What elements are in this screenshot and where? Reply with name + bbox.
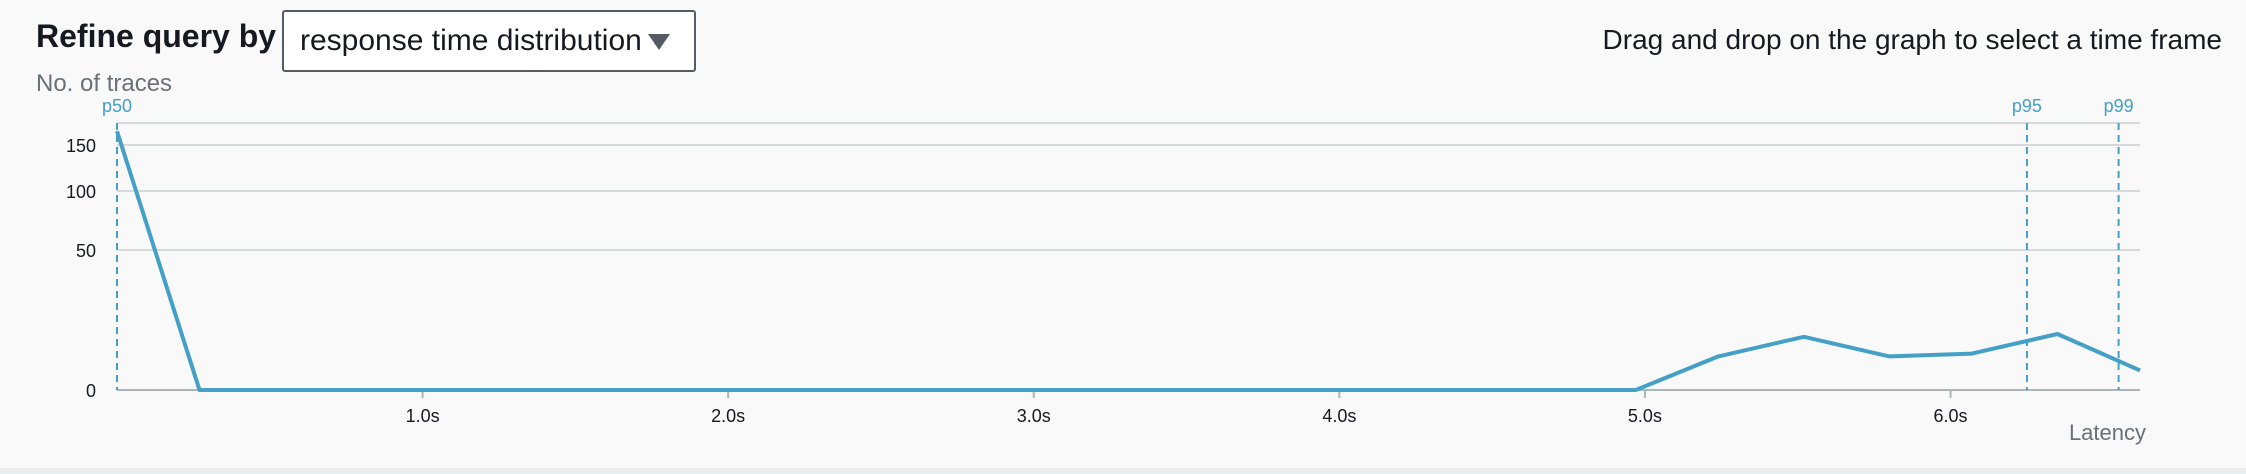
x-tick-label: 4.0s	[1322, 406, 1356, 426]
data-point	[2054, 331, 2060, 337]
x-tick-label: 3.0s	[1017, 406, 1051, 426]
data-point	[197, 387, 203, 393]
latency-chart[interactable]: 0 50 100 150 1.0s 2.0s 3.0s 4.0s 5.0s 6.0s p50 p95 p…	[0, 0, 2246, 474]
data-point	[114, 128, 120, 134]
y-tick-label: 150	[66, 136, 96, 156]
data-point	[2137, 367, 2143, 373]
x-tick-label: 5.0s	[1628, 406, 1662, 426]
data-point	[1801, 334, 1807, 340]
y-tick-label: 50	[76, 241, 96, 261]
percentile-label-p50: p50	[102, 96, 132, 116]
y-tick-label: 100	[66, 182, 96, 202]
x-tick-label: 6.0s	[1934, 406, 1968, 426]
percentile-label-p99: p99	[2104, 96, 2134, 116]
x-tick-label: 1.0s	[406, 406, 440, 426]
data-point	[1886, 353, 1892, 359]
x-axis-title: Latency	[2069, 420, 2146, 445]
percentile-label-p95: p95	[2012, 96, 2042, 116]
y-tick-label: 0	[86, 381, 96, 401]
data-point	[1633, 387, 1639, 393]
bottom-divider	[0, 468, 2246, 474]
x-tick-label: 2.0s	[711, 406, 745, 426]
data-point	[1969, 351, 1975, 357]
series-line-0	[115, 130, 2141, 392]
data-point	[1715, 353, 1721, 359]
